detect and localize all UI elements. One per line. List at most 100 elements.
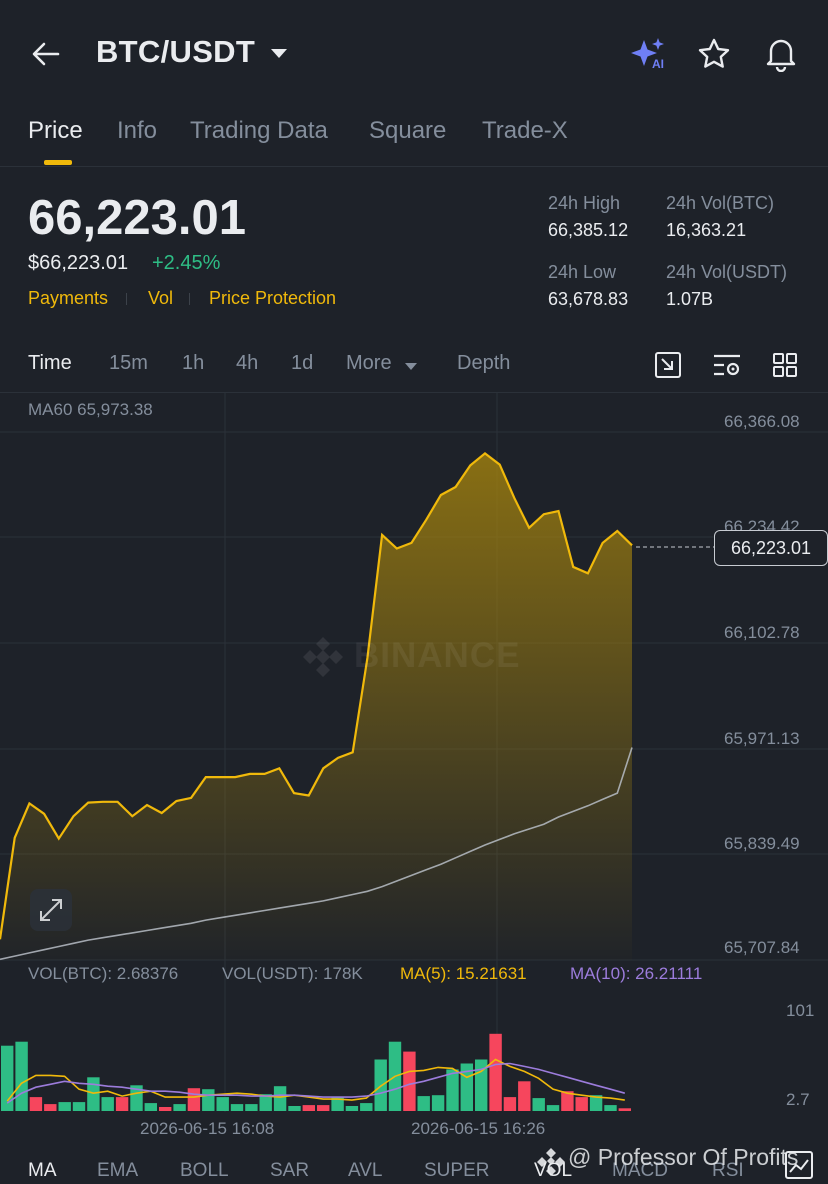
timeframe-15m[interactable]: 15m [109, 352, 148, 375]
price-change-percent: +2.45% [152, 252, 221, 274]
expand-chart-button[interactable] [30, 889, 72, 931]
vol-link[interactable]: Vol [148, 288, 173, 309]
pair-title[interactable]: BTC/USDT [96, 34, 255, 70]
volume-bar [44, 1104, 57, 1111]
stat-24h-volusdt-label: 24h Vol(USDT) [666, 262, 788, 282]
price-area [0, 453, 632, 960]
volume-bar [58, 1102, 71, 1111]
grid-layout-icon[interactable] [772, 352, 798, 378]
volume-bar [230, 1104, 244, 1111]
volume-bar [604, 1105, 617, 1111]
indicator-settings-icon[interactable] [712, 351, 742, 379]
ai-label: AI [652, 57, 664, 71]
stat-24h-volusdt-value: 1.07B [666, 289, 714, 309]
volume-bar [446, 1069, 459, 1111]
x-axis-date: 2026-06-15 16:08 [140, 1119, 275, 1138]
volume-bar [503, 1097, 517, 1111]
indicator-sar[interactable]: SAR [270, 1160, 309, 1182]
x-axis-date: 2026-06-15 16:26 [411, 1119, 546, 1138]
y-axis-label: 65,707.84 [724, 938, 800, 957]
expand-icon [40, 899, 62, 921]
volume-bar [159, 1107, 172, 1111]
bell-alert-icon[interactable] [762, 34, 800, 73]
volume-bar [87, 1077, 100, 1111]
volume-bar [187, 1088, 201, 1111]
pair-dropdown-icon[interactable] [268, 44, 290, 62]
author-credit: @ Professor Of Profits [568, 1144, 799, 1170]
y-axis-label: 65,971.13 [724, 729, 800, 748]
price-protection-link[interactable]: Price Protection [209, 288, 336, 309]
ma60-label: MA60 65,973.38 [28, 400, 153, 419]
volume-bar [403, 1051, 416, 1111]
payments-link[interactable]: Payments [28, 288, 108, 309]
volume-bar [302, 1105, 315, 1111]
y-axis-label: 66,102.78 [724, 623, 800, 642]
timeframe-more[interactable]: More [346, 352, 392, 375]
volume-bar [15, 1041, 28, 1111]
y-axis-label: 66,366.08 [724, 412, 800, 431]
volume-bar [173, 1104, 186, 1111]
volume-bar [575, 1097, 588, 1111]
indicator-ema[interactable]: EMA [97, 1160, 138, 1182]
binance-square-logo-icon [536, 1146, 566, 1176]
stat-24h-low-label: 24h Low [548, 262, 617, 282]
timeframe-1d[interactable]: 1d [291, 352, 313, 375]
volume-bar [489, 1033, 502, 1111]
volume-bar [273, 1086, 287, 1111]
timeframe-1h[interactable]: 1h [182, 352, 204, 375]
stat-24h-high-value: 66,385.12 [548, 220, 629, 240]
star-favorite-icon[interactable] [696, 36, 732, 72]
tab-info[interactable]: Info [117, 117, 157, 145]
binance-logo-icon [300, 634, 346, 680]
usd-price: $66,223.01 [28, 252, 129, 274]
vol-usdt-label: VOL(USDT): 178K [222, 964, 363, 983]
stat-24h-high-label: 24h High [548, 193, 621, 213]
volume-bar [245, 1104, 258, 1111]
current-price-tag: 66,223.01 [714, 530, 828, 566]
chart-settings-icon[interactable] [654, 351, 682, 379]
last-price: 66,223.01 [28, 191, 246, 245]
tab-price[interactable]: Price [28, 117, 83, 145]
volume-bar [115, 1097, 129, 1111]
tab-trading-data[interactable]: Trading Data [190, 117, 328, 145]
indicator-avl[interactable]: AVL [348, 1160, 383, 1182]
ai-sparkle-icon[interactable]: AI [628, 34, 670, 74]
tab-trade-x[interactable]: Trade-X [482, 117, 568, 145]
volume-bar [431, 1095, 445, 1111]
tabs-divider [0, 166, 828, 167]
back-arrow-icon[interactable] [28, 36, 64, 72]
vol-ma10-label: MA(10): 26.21111 [570, 964, 703, 983]
stat-24h-volbtc-value: 16,363.21 [666, 220, 747, 240]
timeframe-depth[interactable]: Depth [457, 352, 510, 375]
volume-bar [216, 1097, 229, 1111]
timeframe-time[interactable]: Time [28, 352, 72, 375]
indicator-boll[interactable]: BOLL [180, 1160, 229, 1182]
volume-bar [532, 1098, 545, 1111]
price-chart[interactable] [0, 392, 828, 1122]
volume-bar [345, 1106, 359, 1111]
link-separator [189, 293, 190, 305]
indicator-ma[interactable]: MA [28, 1160, 57, 1182]
stat-24h-low-value: 63,678.83 [548, 289, 629, 309]
volume-bar [29, 1097, 43, 1111]
vol-y-label: 101 [786, 1001, 815, 1020]
tab-square[interactable]: Square [369, 117, 446, 145]
timeframe-4h[interactable]: 4h [236, 352, 258, 375]
y-axis-label: 65,839.49 [724, 834, 800, 853]
volume-bar [417, 1096, 430, 1111]
volume-bar [72, 1102, 86, 1111]
vol-ma5-label: MA(5): 15.21631 [400, 964, 527, 983]
volume-bar [202, 1089, 215, 1111]
stat-24h-volbtc-label: 24h Vol(BTC) [666, 193, 775, 213]
more-dropdown-icon[interactable] [403, 359, 419, 371]
volume-bar [144, 1103, 157, 1111]
volume-bar [101, 1097, 114, 1111]
vol-ma5-line [6, 1058, 625, 1102]
volume-bar [360, 1103, 373, 1111]
tab-active-indicator [44, 160, 72, 165]
volume-bar [546, 1105, 560, 1111]
vol-btc-label: VOL(BTC): 2.68376 [28, 964, 179, 983]
vol-y-label: 2.7 [786, 1090, 810, 1109]
binance-watermark: BINANCE [354, 636, 521, 675]
indicator-super[interactable]: SUPER [424, 1160, 489, 1182]
